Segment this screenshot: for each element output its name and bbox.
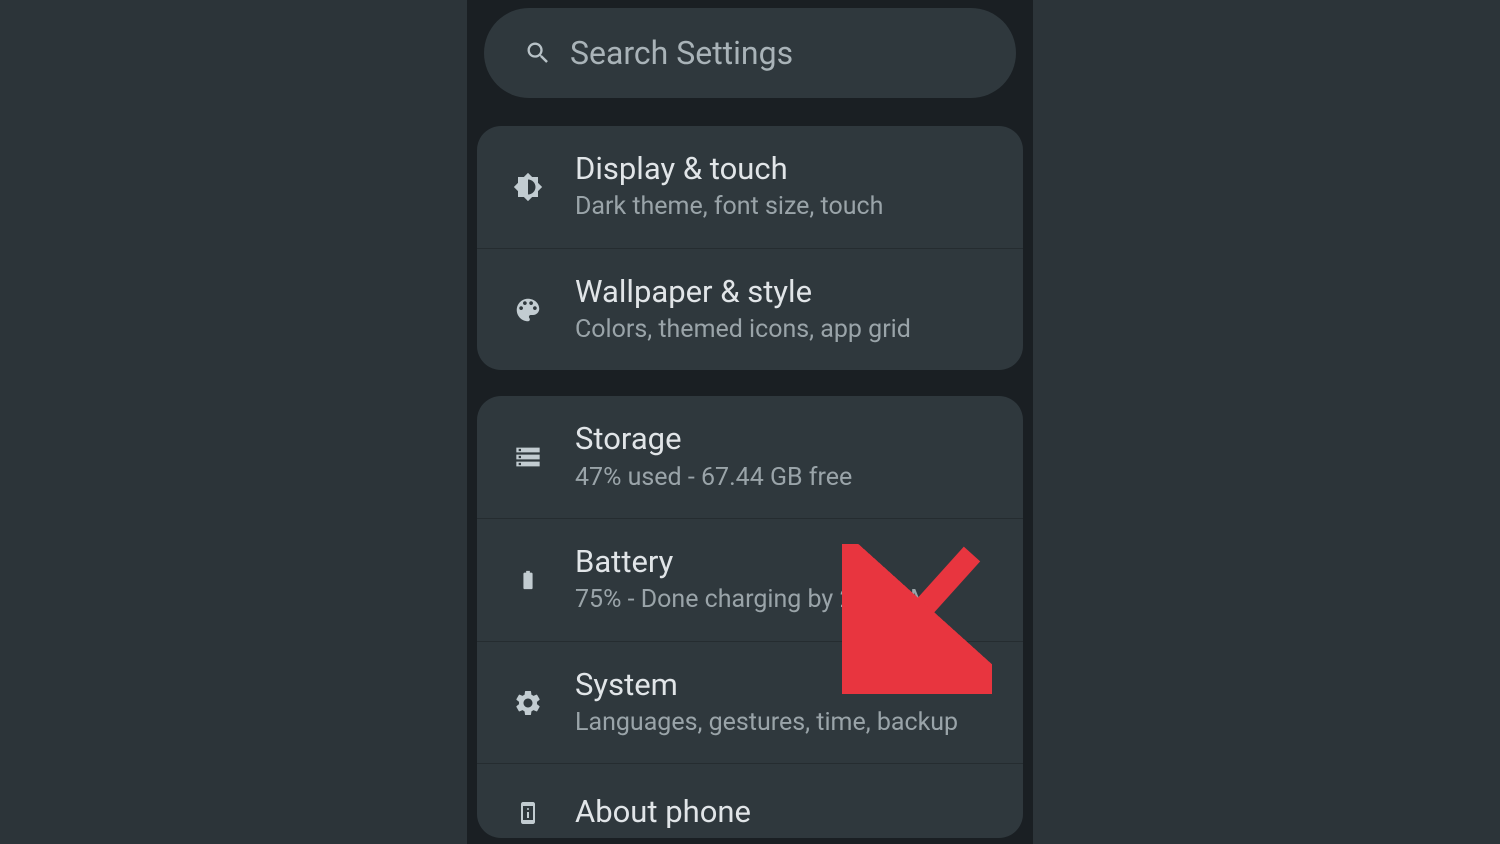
item-subtitle: 75% - Done charging by 2:12 AM bbox=[575, 584, 991, 617]
item-title: Display & touch bbox=[575, 150, 991, 187]
item-title: Storage bbox=[575, 420, 991, 457]
settings-item-wallpaper-style[interactable]: Wallpaper & style Colors, themed icons, … bbox=[477, 248, 1023, 371]
storage-icon bbox=[509, 438, 547, 476]
item-subtitle: Dark theme, font size, touch bbox=[575, 191, 991, 224]
settings-group-2: Storage 47% used - 67.44 GB free Battery… bbox=[477, 396, 1023, 838]
item-title: Wallpaper & style bbox=[575, 273, 991, 310]
search-settings-bar[interactable]: Search Settings bbox=[484, 8, 1016, 98]
settings-item-storage[interactable]: Storage 47% used - 67.44 GB free bbox=[477, 396, 1023, 518]
settings-item-about-phone[interactable]: About phone bbox=[477, 763, 1023, 838]
settings-screen: Search Settings Display & touch Dark the… bbox=[467, 0, 1033, 844]
item-subtitle: 47% used - 67.44 GB free bbox=[575, 462, 991, 495]
item-title: About phone bbox=[575, 793, 991, 830]
settings-item-display-touch[interactable]: Display & touch Dark theme, font size, t… bbox=[477, 126, 1023, 248]
gear-icon bbox=[509, 684, 547, 722]
search-icon bbox=[524, 39, 552, 67]
settings-item-battery[interactable]: Battery 75% - Done charging by 2:12 AM bbox=[477, 518, 1023, 641]
item-title: System bbox=[575, 666, 991, 703]
item-title: Battery bbox=[575, 543, 991, 580]
battery-icon bbox=[509, 561, 547, 599]
brightness-icon bbox=[509, 168, 547, 206]
item-subtitle: Languages, gestures, time, backup bbox=[575, 707, 991, 740]
settings-group-1: Display & touch Dark theme, font size, t… bbox=[477, 126, 1023, 370]
palette-icon bbox=[509, 291, 547, 329]
phone-info-icon bbox=[509, 794, 547, 832]
search-placeholder: Search Settings bbox=[570, 34, 793, 72]
item-subtitle: Colors, themed icons, app grid bbox=[575, 314, 991, 347]
settings-item-system[interactable]: System Languages, gestures, time, backup bbox=[477, 641, 1023, 764]
